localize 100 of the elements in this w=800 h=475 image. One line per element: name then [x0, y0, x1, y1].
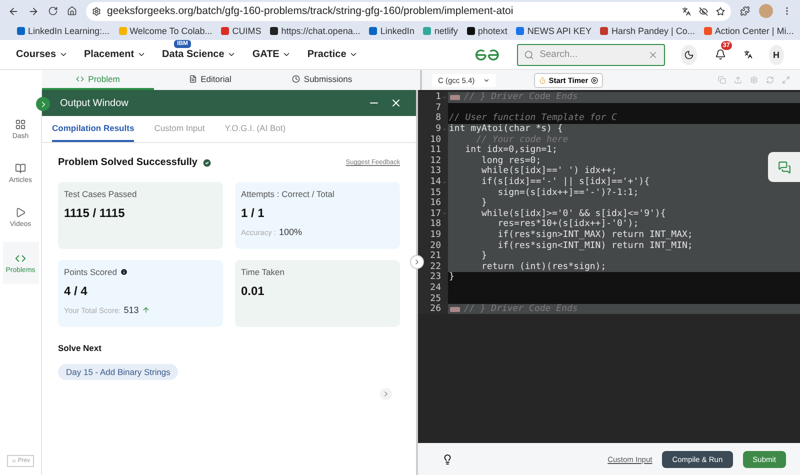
user-avatar[interactable]: H [768, 44, 784, 64]
chat-button[interactable] [768, 152, 800, 182]
line-number: 25 [430, 294, 441, 304]
chevron-down-icon [137, 50, 146, 59]
chevron-down-icon [349, 50, 358, 59]
stat-value: 0.01 [241, 284, 266, 298]
window-title: Output Window [60, 98, 128, 108]
problem-tab[interactable]: Submissions [266, 70, 378, 90]
bookmark[interactable]: Welcome To Colab... [118, 26, 212, 36]
code-line: if(s[idx]=='-' || s[idx]=='+'){ [480, 177, 650, 188]
code-line: if(res*sign<INT_MIN) return INT_MIN; [496, 240, 693, 251]
line-number: 12 [430, 156, 441, 166]
line-number: 1 [436, 92, 441, 102]
line-number: 24 [430, 282, 441, 293]
home-icon[interactable] [67, 6, 77, 16]
url-text: geeksforgeeks.org/batch/gfg-160-problems/track/string-gfg-160/problem/implement-atoi [107, 5, 514, 17]
stat-label: Test Cases Passed [64, 189, 137, 199]
resize-handle[interactable] [410, 255, 424, 269]
code-icon [76, 75, 84, 83]
line-number: 7 [436, 102, 441, 113]
address-bar[interactable]: geeksforgeeks.org/batch/gfg-160-problems/track/string-gfg-160/problem/implement-atoi [86, 2, 731, 20]
code-line: } [480, 198, 487, 208]
line-number: 18 [430, 219, 441, 230]
code-line: return (int)(res*sign); [480, 262, 606, 272]
extensions-icon[interactable] [740, 6, 750, 16]
stat-label: Points Scored [64, 267, 117, 277]
line-number: 16 [430, 198, 441, 208]
nav-menu-item[interactable]: Courses [16, 49, 68, 60]
stat-label: Attempts : Correct / Total [241, 189, 334, 199]
code-line: while(s[idx]>='0' && s[idx]<='9'){ [480, 208, 666, 219]
code-line: } [480, 251, 487, 262]
fold-marker-icon[interactable] [450, 306, 460, 312]
bell-icon [714, 49, 726, 60]
line-number: 15 [430, 188, 441, 198]
line-number: 8 [436, 113, 441, 124]
output-tab[interactable]: Compilation Results [52, 116, 134, 142]
play-icon [591, 76, 598, 84]
translate-icon[interactable] [744, 49, 753, 60]
line-number: 19 [430, 230, 441, 240]
close-icon[interactable] [390, 97, 402, 109]
caret-icon [482, 76, 490, 84]
bookmark[interactable]: NEWS API KEY [516, 26, 592, 36]
line-number: 20 [430, 240, 441, 251]
chat-icon [778, 160, 790, 174]
bookmark-star-icon[interactable] [716, 6, 725, 16]
code-line: int idx=0,sign=1; [464, 145, 558, 156]
clock-icon [292, 75, 300, 83]
expand-button[interactable] [36, 97, 50, 111]
logo-icon [474, 48, 501, 62]
fold-marker-icon[interactable] [450, 94, 460, 100]
problem-tab[interactable]: Editorial [154, 70, 266, 90]
stat-value: 4 / 4 [64, 284, 88, 298]
bookmark[interactable]: Harsh Pandey | Co... [600, 26, 695, 36]
bookmark[interactable]: LinkedIn [369, 26, 414, 36]
bookmark[interactable]: photext [466, 26, 508, 36]
code-line: if(res*sign>INT_MAX) return INT_MAX; [496, 230, 693, 240]
bookmark[interactable]: LinkedIn Learning:... [17, 26, 110, 36]
forward-icon[interactable] [28, 6, 39, 16]
clear-icon[interactable] [648, 50, 658, 60]
back-icon[interactable] [8, 6, 19, 16]
line-number: 13 [430, 166, 441, 176]
stat-value: 1 / 1 [241, 206, 266, 220]
chevron-down-icon [227, 50, 236, 59]
line-number: 22 [430, 262, 441, 272]
code-line: } [448, 272, 454, 282]
stat-value: 1115 / 1115 [64, 206, 126, 220]
bookmark[interactable]: https://chat.opena... [270, 26, 360, 36]
next-problem-chip[interactable]: Day 15 - Add Binary Strings [58, 364, 178, 380]
line-number: 21 [430, 251, 441, 262]
code-line: // User function Template for C [448, 113, 617, 124]
site-settings-icon[interactable] [92, 6, 101, 16]
stat-label: Time Taken [241, 267, 284, 277]
translate-icon[interactable] [682, 6, 691, 16]
stat-note-value: 100% [279, 227, 302, 237]
bookmark[interactable]: Action Center | Mi... [704, 26, 794, 36]
book-icon [15, 162, 26, 174]
theme-toggle[interactable] [681, 44, 697, 64]
document-icon [188, 75, 197, 83]
eye-off-icon[interactable] [699, 6, 708, 16]
chevron-down-icon [282, 50, 292, 59]
moon-icon [684, 50, 694, 60]
section-title: Solve Next [58, 343, 102, 353]
bookmark[interactable]: netlify [423, 26, 458, 36]
line-number: 11 [430, 145, 441, 156]
lightbulb-icon[interactable] [442, 454, 453, 464]
chevron-down-icon [59, 50, 68, 59]
search-icon [524, 50, 534, 60]
play-icon [15, 206, 26, 218]
nav-menu-item[interactable]: GATE [252, 49, 292, 60]
line-number: 10 [430, 134, 441, 145]
nav-menu-item[interactable]: Practice [307, 49, 358, 60]
chevron-right-icon [413, 258, 421, 266]
line-number: 23 [430, 272, 441, 282]
reload-icon[interactable] [48, 6, 58, 16]
nav-menu-item[interactable]: Placement [84, 49, 146, 60]
code-line: while(s[idx]==' ') idx++; [480, 166, 617, 176]
stat-note-value: 513 [124, 305, 139, 315]
status-title: Problem Solved Successfully [58, 157, 198, 168]
bookmark[interactable]: CUIMS [221, 26, 262, 36]
check-icon [202, 158, 212, 168]
